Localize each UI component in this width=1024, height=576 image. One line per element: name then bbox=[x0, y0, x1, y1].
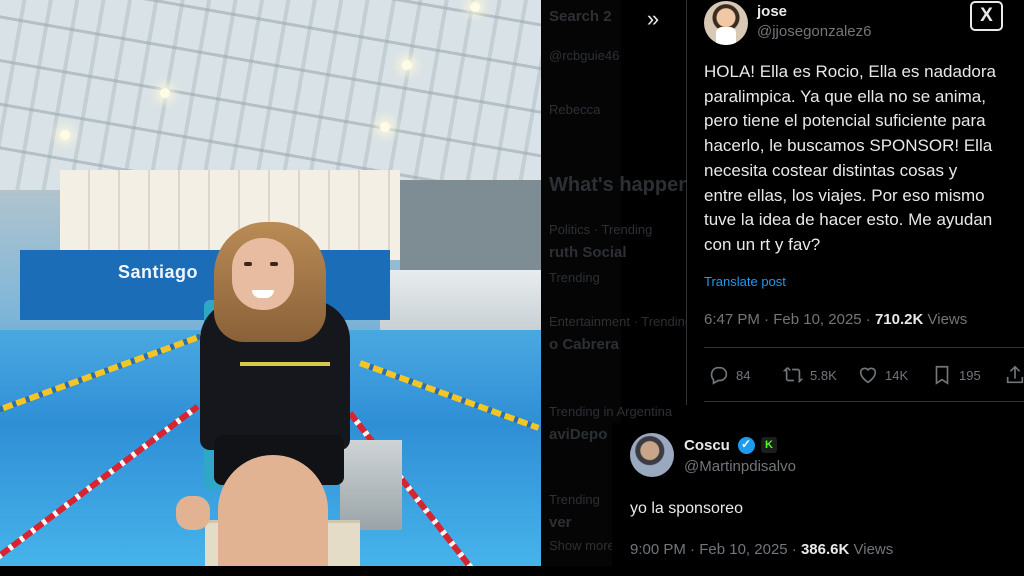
bookmark-count: 195 bbox=[959, 367, 981, 383]
faded-item: Trending bbox=[549, 270, 600, 285]
starting-block bbox=[340, 440, 402, 530]
avatar[interactable] bbox=[704, 1, 748, 45]
post-text-line: paralimpica. Ya que ella no se anima, bbox=[704, 86, 986, 106]
faded-item: ver bbox=[549, 514, 572, 531]
chevrons-right-icon[interactable]: » bbox=[640, 6, 666, 32]
post-text: HOLA! Ella es Rocio, Ella es nadadora par… bbox=[704, 60, 1024, 258]
x-logo-icon[interactable]: X bbox=[970, 1, 1003, 31]
reply-views-count: 386.6K bbox=[800, 541, 850, 558]
jacket-stripe bbox=[240, 362, 330, 366]
post-text-line: con un rt y fav? bbox=[704, 234, 821, 254]
ceiling-light bbox=[60, 130, 70, 140]
swimmer-photo[interactable]: Santiago bbox=[0, 0, 541, 566]
faded-item: o Cabrera bbox=[549, 336, 620, 353]
post-text-line: pero tiene el potencial suficiente para bbox=[704, 111, 986, 131]
reply-date[interactable]: Feb 10, 2025 bbox=[699, 541, 787, 558]
post-text-line: entre ellas, los viajes. Por eso mismo bbox=[704, 185, 985, 205]
views-label: Views bbox=[927, 311, 968, 328]
bookmark-icon bbox=[935, 365, 949, 385]
swimmer-face bbox=[232, 238, 294, 310]
faded-item: ruth Social bbox=[549, 244, 627, 261]
post-text-line: HOLA! Ella es Rocio, Ella es nadadora bbox=[704, 62, 996, 81]
reply-button[interactable]: 84 bbox=[708, 364, 750, 386]
like-button[interactable]: 14K bbox=[857, 364, 908, 386]
reply-time[interactable]: 9:00 PM bbox=[630, 541, 686, 558]
bookmark-button[interactable]: 195 bbox=[931, 364, 981, 386]
share-button[interactable] bbox=[1004, 364, 1024, 386]
post-date[interactable]: Feb 10, 2025 bbox=[773, 311, 861, 328]
verified-badge-icon bbox=[738, 437, 755, 454]
pool-roof bbox=[0, 0, 541, 190]
post-text-line: hacerlo, le buscamos SPONSOR! Ella bbox=[704, 136, 993, 156]
reply-author-handle[interactable]: @Martinpdisalvo bbox=[684, 458, 796, 475]
reply-author-name[interactable]: Coscu bbox=[684, 437, 730, 454]
share-icon bbox=[1006, 365, 1024, 384]
ceiling-light bbox=[380, 122, 390, 132]
post-text-line: tuve la idea de hacer esto. Me ayudan bbox=[704, 210, 993, 230]
post-text-line: necesita costear distintas cosas y bbox=[704, 160, 958, 180]
faded-item: Entertainment · Trending bbox=[549, 314, 693, 329]
banner-text: Santiago bbox=[118, 262, 199, 282]
faded-item: Show more bbox=[549, 538, 615, 553]
reply-meta: 9:00 PM · Feb 10, 2025 · 386.6K Views bbox=[630, 541, 894, 558]
repost-button[interactable]: 5.8K bbox=[782, 364, 837, 386]
reply-count: 84 bbox=[736, 367, 751, 383]
post-time[interactable]: 6:47 PM bbox=[704, 311, 760, 328]
repost-icon bbox=[782, 367, 804, 383]
eye bbox=[270, 262, 278, 266]
eye bbox=[244, 262, 252, 266]
ceiling-light bbox=[402, 60, 412, 70]
reply-text: yo la sponsoreo bbox=[630, 500, 743, 517]
translate-post-link[interactable]: Translate post bbox=[704, 274, 786, 289]
avatar[interactable] bbox=[630, 433, 674, 477]
author-handle[interactable]: @jjosegonzalez6 bbox=[757, 23, 871, 40]
heart-icon bbox=[859, 367, 877, 384]
divider bbox=[704, 401, 1024, 402]
faded-item: @rcbguie46 bbox=[549, 48, 620, 63]
bottom-bar bbox=[0, 566, 1024, 576]
author-name[interactable]: jose bbox=[757, 3, 787, 20]
repost-count: 5.8K bbox=[810, 367, 837, 383]
divider bbox=[704, 347, 1024, 348]
reply-views-label: Views bbox=[853, 541, 894, 558]
faded-item: Search 2 bbox=[549, 8, 612, 25]
faded-item: aviDepo bbox=[549, 426, 608, 443]
faded-item: Politics · Trending bbox=[549, 222, 653, 237]
ceiling-light bbox=[160, 88, 170, 98]
like-count: 14K bbox=[885, 367, 909, 383]
comment-icon bbox=[710, 366, 728, 385]
faded-item: Trending bbox=[549, 492, 600, 507]
swimmer-leg bbox=[218, 455, 328, 566]
faded-item: Trending in Argentina bbox=[549, 404, 673, 419]
views-count: 710.2K bbox=[874, 311, 924, 328]
post-meta: 6:47 PM · Feb 10, 2025 · 710.2K Views bbox=[704, 311, 968, 328]
faded-item: Rebecca bbox=[549, 102, 601, 117]
kick-badge: K bbox=[761, 437, 777, 453]
swimmer-hand bbox=[176, 496, 210, 530]
ceiling-light bbox=[470, 2, 480, 12]
